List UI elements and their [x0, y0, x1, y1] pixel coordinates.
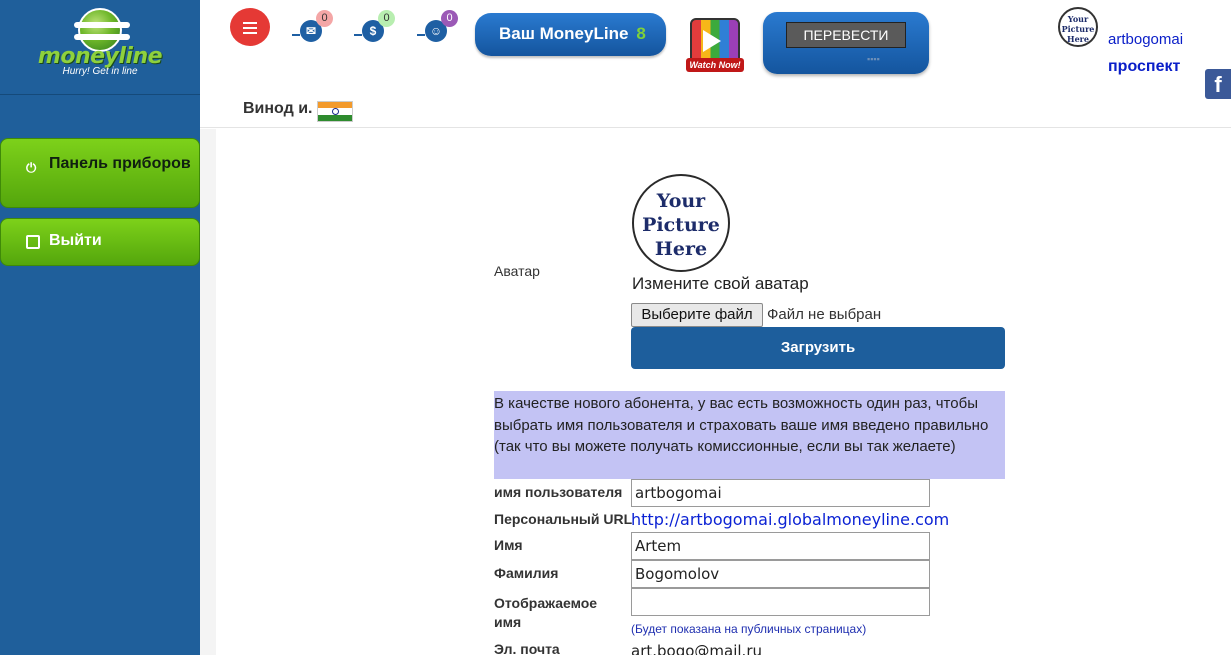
translate-powered-icon: ▪▪▪▪: [867, 54, 880, 64]
info-notice: В качестве нового абонента, у вас есть в…: [494, 391, 1005, 479]
first-name-label: Имя: [494, 537, 523, 553]
sidebar-item-label: Выйти: [49, 232, 102, 249]
upload-button[interactable]: Загрузить: [631, 327, 1005, 369]
moneyline-count: 8: [636, 24, 646, 43]
logout-icon: [26, 235, 40, 249]
change-avatar-text: Измените свой аватар: [632, 274, 809, 293]
menu-line: [243, 32, 257, 34]
india-flag-icon: [317, 101, 353, 122]
personal-url-link[interactable]: http://artbogomai.globalmoneyline.com: [631, 510, 949, 529]
speed-line: [292, 34, 300, 36]
sidebar-item-dashboard[interactable]: ⏻ Панель приборов: [0, 138, 200, 208]
money-count-badge: 0: [378, 10, 395, 27]
display-name-input[interactable]: [631, 588, 930, 616]
sidebar: moneyline Hurry! Get in line ⏻ Панель пр…: [0, 0, 200, 655]
play-icon: [703, 30, 721, 52]
moneyline-label: Ваш MoneyLine: [499, 24, 629, 43]
translate-button[interactable]: ПЕРЕВЕСТИ: [786, 22, 906, 48]
choose-file-button[interactable]: Выберите файл: [631, 303, 763, 327]
menu-line: [243, 22, 257, 24]
your-moneyline-button[interactable]: Ваш MoneyLine 8: [475, 13, 666, 56]
speed-line: [417, 34, 425, 36]
speed-line: [354, 34, 362, 36]
sponsor-name: Винод и.: [243, 100, 313, 117]
profile-form: Аватар Your Picture Here Измените свой а…: [216, 129, 1231, 655]
avatar-label: Аватар: [494, 263, 540, 279]
menu-line: [243, 27, 257, 29]
sidebar-item-label: Панель приборов: [49, 155, 191, 172]
username-link[interactable]: artbogomai: [1108, 31, 1183, 48]
avatar-image: Your Picture Here: [632, 174, 730, 272]
sidebar-item-logout[interactable]: Выйти: [0, 218, 200, 266]
username-label: имя пользователя: [494, 484, 623, 500]
first-name-input[interactable]: [631, 532, 930, 560]
header: ✉ 0 $ 0 ☺ 0 Ваш MoneyLine 8 Watch Now! ПЕ…: [200, 0, 1231, 128]
money-notification[interactable]: $ 0: [354, 10, 404, 48]
app-root: moneyline Hurry! Get in line ⏻ Панель пр…: [0, 0, 1231, 655]
users-count-badge: 0: [441, 10, 458, 27]
display-name-label: Отображаемое имя: [494, 595, 598, 630]
hamburger-menu-button[interactable]: [230, 8, 270, 46]
no-file-text: Файл не выбран: [767, 306, 882, 323]
power-icon: ⏻: [26, 160, 37, 175]
facebook-icon[interactable]: f: [1205, 69, 1231, 99]
email-label: Эл. почта: [494, 641, 560, 655]
watch-now-button[interactable]: Watch Now!: [686, 18, 744, 72]
users-notification[interactable]: ☺ 0: [417, 10, 467, 48]
messages-count-badge: 0: [316, 10, 333, 27]
prospect-link[interactable]: проспект: [1108, 58, 1180, 76]
username-input[interactable]: [631, 479, 930, 507]
logo[interactable]: moneyline Hurry! Get in line: [0, 0, 200, 95]
user-avatar[interactable]: Your Picture Here: [1058, 7, 1098, 47]
personal-url-label: Персональный URL: [494, 511, 633, 527]
logo-tagline: Hurry! Get in line: [62, 66, 138, 77]
watch-now-label: Watch Now!: [686, 58, 744, 72]
display-name-note: (Будет показана на публичных страницах): [631, 622, 867, 636]
last-name-label: Фамилия: [494, 565, 559, 581]
email-value: art.bogo@mail.ru: [631, 642, 762, 655]
last-name-input[interactable]: [631, 560, 930, 588]
translate-widget: ПЕРЕВЕСТИ ▪▪▪▪: [763, 12, 929, 74]
main-area: Аватар Your Picture Here Измените свой а…: [200, 129, 1231, 655]
messages-notification[interactable]: ✉ 0: [292, 10, 342, 48]
